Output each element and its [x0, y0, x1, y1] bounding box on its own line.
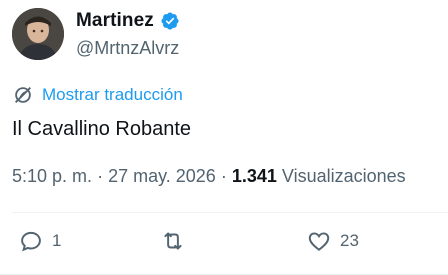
reply-button[interactable]: 1 [18, 228, 61, 254]
retweet-icon [164, 232, 182, 250]
reply-icon [21, 231, 41, 252]
avatar[interactable] [12, 8, 64, 60]
retweet-button[interactable] [160, 228, 194, 254]
author-name-row: Martinez [76, 10, 180, 32]
like-count: 23 [340, 231, 359, 250]
reply-count: 1 [52, 231, 62, 250]
like-icon [308, 232, 330, 251]
tweet-time[interactable]: 5:10 p. m. [12, 166, 92, 186]
author-handle[interactable]: @MrtnzAlvrz [76, 38, 179, 59]
show-translation-label: Mostrar traducción [42, 85, 183, 104]
verified-badge-icon [161, 12, 179, 30]
show-translation-link[interactable]: Mostrar traducción [12, 84, 183, 106]
translate-icon [15, 87, 31, 103]
meta-separator: · [220, 166, 227, 186]
tweet-text: Il Cavallino Robante [12, 118, 191, 140]
tweet-meta: 5:10 p. m. · 27 may. 2026 · 1.341 Visual… [12, 166, 406, 187]
tweet-date[interactable]: 27 may. 2026 [108, 166, 216, 186]
divider [12, 212, 448, 213]
views-count: 1.341 [231, 166, 277, 186]
meta-separator: · [97, 166, 104, 186]
action-bar: 1 23 [12, 228, 436, 258]
display-name[interactable]: Martinez [76, 10, 154, 32]
views-label[interactable]: Visualizaciones [282, 166, 406, 186]
like-button[interactable]: 23 [306, 228, 359, 254]
